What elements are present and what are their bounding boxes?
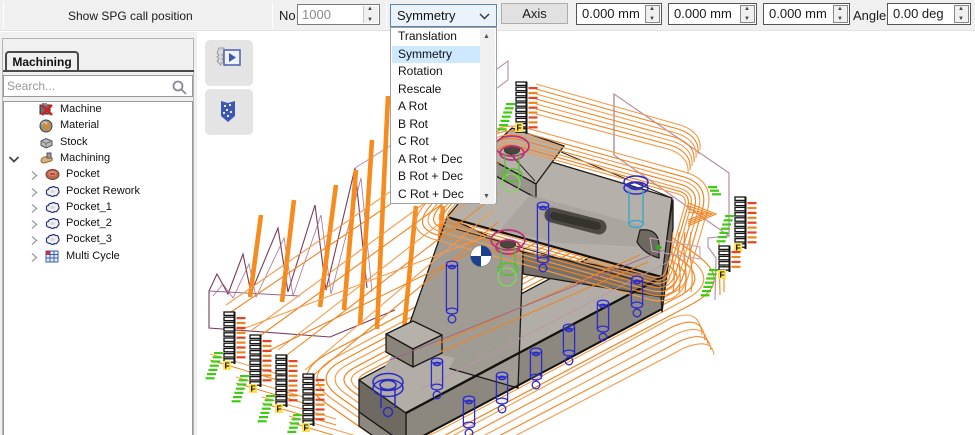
- svg-text:F: F: [517, 123, 522, 133]
- svg-text:F: F: [225, 361, 230, 371]
- svg-text:F: F: [304, 423, 309, 433]
- svg-text:F: F: [251, 384, 256, 394]
- svg-text:F: F: [720, 270, 725, 280]
- svg-text:F: F: [277, 404, 282, 414]
